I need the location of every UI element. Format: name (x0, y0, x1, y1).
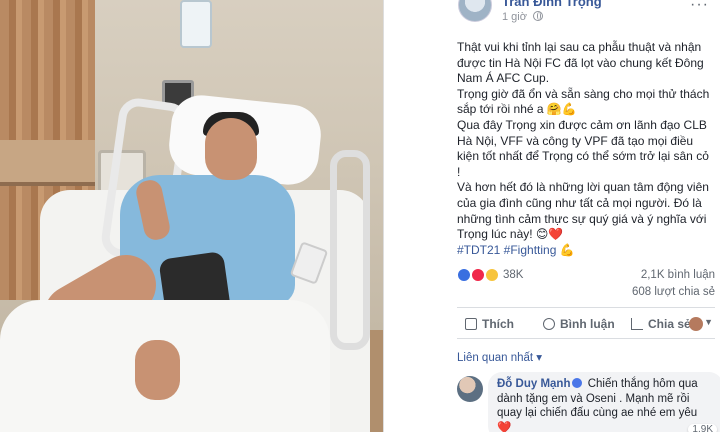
haha-reaction-icon (485, 268, 500, 282)
post-panel: Trần Đình Trọng 1 giờ ··· Thật vui khi t… (383, 0, 720, 432)
post-text: Thật vui khi tỉnh lại sau ca phẫu thuật … (457, 40, 715, 258)
share-count[interactable]: 608 lượt chia sẻ (632, 286, 715, 298)
patient-head (205, 118, 257, 180)
comment-count[interactable]: 2,1K bình luận (641, 269, 715, 281)
action-bar: Thích Bình luận Chia sẻ ▼ (457, 307, 715, 339)
comment-reaction-count[interactable]: 1,9K (688, 424, 717, 432)
share-icon (631, 318, 643, 330)
post-paragraph: Thật vui khi tỉnh lại sau ca phẫu thuật … (457, 40, 704, 86)
comment-sort-dropdown[interactable]: Liên quan nhất ▾ (457, 350, 542, 364)
comment-label: Bình luận (560, 317, 615, 331)
comment-bubble: Đỗ Duy Mạnh Chiến thắng hôm qua dành tặn… (488, 372, 720, 432)
facebook-photo-viewer: Trần Đình Trọng 1 giờ ··· Thật vui khi t… (0, 0, 720, 432)
more-options-icon[interactable]: ··· (690, 0, 709, 14)
author-name[interactable]: Trần Đình Trọng (502, 0, 602, 9)
like-icon (465, 318, 477, 330)
chevron-down-icon[interactable]: ▼ (704, 317, 713, 327)
like-label: Thích (482, 317, 514, 331)
reaction-icons (457, 268, 500, 282)
verified-icon (572, 378, 583, 388)
share-label: Chia sẻ (648, 317, 691, 331)
reaction-count[interactable]: 38K (503, 269, 523, 281)
desk (0, 140, 95, 186)
post-time-label[interactable]: 1 giờ (502, 11, 527, 23)
like-reaction-icon (457, 268, 471, 282)
bed-rail-right (330, 150, 370, 350)
post-header: Trần Đình Trọng 1 giờ ··· (384, 0, 720, 28)
reaction-summary[interactable]: 38K 2,1K bình luận 608 lượt chia sẻ (457, 268, 715, 298)
author-avatar[interactable] (458, 0, 492, 22)
viewer-avatar[interactable] (689, 317, 703, 331)
iv-bag (180, 0, 212, 48)
comment-icon (543, 318, 555, 330)
comment-button[interactable]: Bình luận (543, 317, 615, 331)
post-time[interactable]: 1 giờ (502, 11, 544, 23)
post-paragraph: Và hơn hết đó là những lời quan tâm động… (457, 180, 709, 242)
post-paragraph: Qua đây Trọng xin được cảm ơn lãnh đạo C… (457, 117, 709, 179)
post-hashtags[interactable]: #TDT21 #Fightting 💪 (457, 243, 715, 259)
love-reaction-icon (471, 268, 486, 282)
post-photo[interactable] (0, 0, 383, 432)
hashtag-links[interactable]: #TDT21 #Fightting 💪 (457, 243, 575, 257)
like-button[interactable]: Thích (465, 317, 514, 331)
commenter-avatar[interactable] (457, 376, 483, 402)
globe-icon (533, 11, 544, 21)
commenter-name[interactable]: Đỗ Duy Mạnh (497, 378, 570, 390)
post-paragraph: Trọng giờ đã ổn và sẵn sàng cho mọi thử … (457, 86, 710, 117)
patient-foot (135, 340, 180, 400)
share-button[interactable]: Chia sẻ (631, 317, 691, 331)
